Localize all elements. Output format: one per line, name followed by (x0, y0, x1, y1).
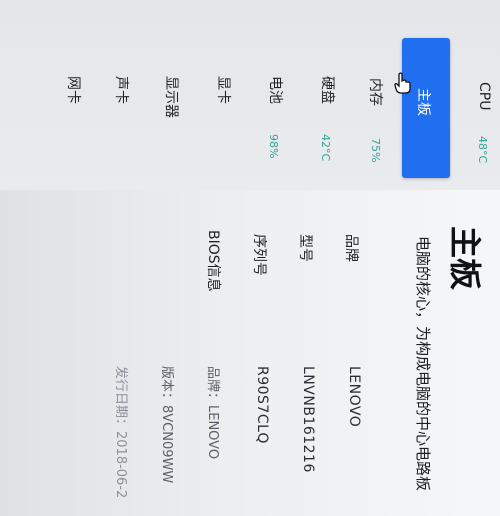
sidebar-item-label: 显卡 (215, 76, 231, 104)
main-panel: 主板 电脑的核心，为构成电脑的中心电路板 品牌 LENOVO 型号 LNVNB1… (0, 190, 500, 516)
sidebar-item-gpu[interactable]: 显卡 (202, 0, 252, 178)
sidebar-item-sound[interactable]: 声卡 (102, 0, 152, 178)
sidebar-item-monitor[interactable]: 显示器 (152, 0, 202, 178)
sidebar-item-label: 主板 (415, 88, 431, 116)
field-value-model: LNVNB161216 (300, 366, 316, 473)
sidebar-item-mainboard[interactable]: 主板 (402, 38, 450, 178)
sidebar: CPU 48°C 主板 内存 75% 硬盘 42°C 电池 98% 显卡 显示器… (0, 0, 500, 190)
bios-release-date: 发行日期：2018-06-2 (113, 366, 128, 499)
bios-version: 版本：8VCN09WW (159, 366, 174, 484)
bios-brand: 品牌：LENOVO (205, 366, 220, 460)
sidebar-item-value: 42°C (319, 134, 332, 162)
field-label-bios: BIOS信息 (205, 230, 221, 292)
sidebar-item-disk[interactable]: 硬盘 42°C (302, 0, 352, 178)
sidebar-item-label: 声卡 (113, 76, 129, 104)
field-label-model: 型号 (297, 234, 313, 262)
hand-cursor-icon (394, 72, 411, 94)
sidebar-item-label: 网卡 (65, 76, 81, 104)
field-label-brand: 品牌 (343, 234, 359, 262)
sidebar-item-value: 98% (267, 134, 280, 159)
sidebar-item-value: 48°C (476, 136, 489, 164)
page-description: 电脑的核心，为构成电脑的中心电路板 (414, 236, 432, 492)
sidebar-item-cpu[interactable]: CPU 48°C (452, 0, 500, 178)
sidebar-item-label: CPU (476, 82, 492, 111)
sidebar-item-battery[interactable]: 电池 98% (252, 0, 302, 178)
sidebar-item-label: 显示器 (163, 76, 179, 118)
page-title: 主板 (446, 226, 484, 291)
field-value-serial: R90S7CLQ (254, 366, 270, 444)
sidebar-item-network[interactable]: 网卡 (52, 0, 102, 178)
sidebar-item-label: 电池 (267, 76, 283, 104)
field-value-brand: LENOVO (346, 366, 362, 428)
sidebar-item-value: 75% (369, 138, 382, 163)
sidebar-item-label: 内存 (367, 78, 383, 106)
sidebar-item-label: 硬盘 (319, 76, 335, 104)
field-label-serial: 序列号 (251, 234, 267, 276)
